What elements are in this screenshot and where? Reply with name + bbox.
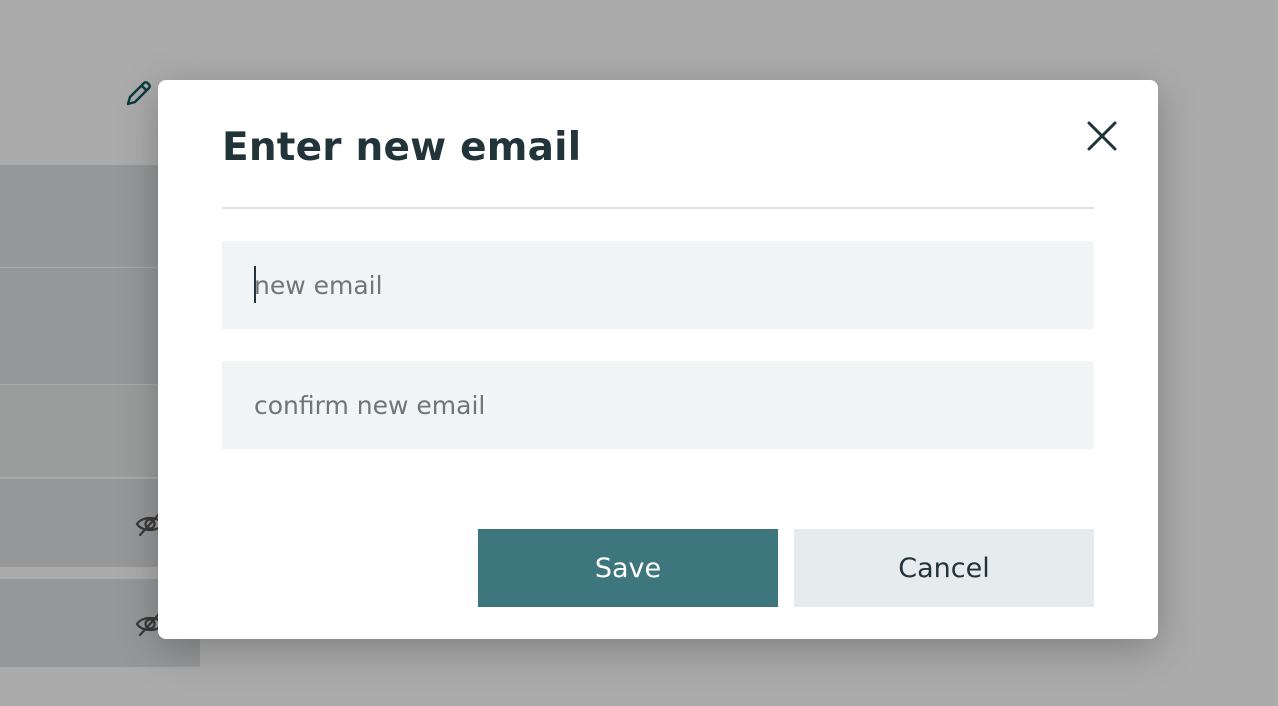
confirm-email-field[interactable] [222,361,1094,449]
save-button[interactable]: Save [478,529,778,607]
page: Enter new email Save Cancel [0,0,1278,706]
dialog-title: Enter new email [222,125,582,170]
close-icon [1087,121,1117,151]
close-button[interactable] [1082,116,1122,156]
text-cursor [254,266,256,303]
change-email-dialog: Enter new email Save Cancel [158,80,1158,639]
new-email-field[interactable] [222,241,1094,329]
title-divider [222,207,1094,209]
cancel-button[interactable]: Cancel [794,529,1094,607]
